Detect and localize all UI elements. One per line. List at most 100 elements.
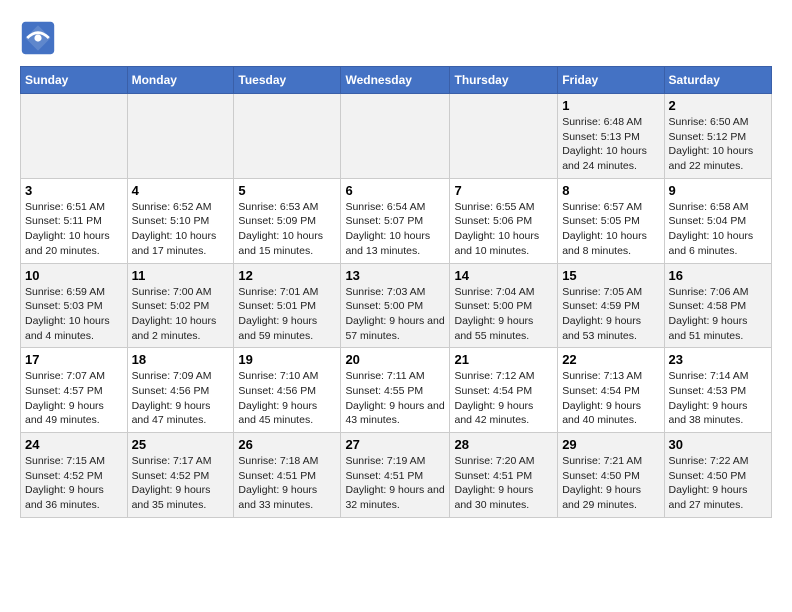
day-number: 16 <box>669 268 767 283</box>
calendar-body: 1 Sunrise: 6:48 AM Sunset: 5:13 PM Daylig… <box>21 94 772 518</box>
calendar-table: SundayMondayTuesdayWednesdayThursdayFrid… <box>20 66 772 518</box>
day-info: Sunrise: 6:53 AM Sunset: 5:09 PM Dayligh… <box>238 200 336 259</box>
day-number: 18 <box>132 352 230 367</box>
day-header-friday: Friday <box>558 67 664 94</box>
calendar-cell: 25 Sunrise: 7:17 AM Sunset: 4:52 PM Dayli… <box>127 433 234 518</box>
calendar-cell <box>234 94 341 179</box>
day-number: 9 <box>669 183 767 198</box>
day-info: Sunrise: 7:09 AM Sunset: 4:56 PM Dayligh… <box>132 369 230 428</box>
day-number: 6 <box>345 183 445 198</box>
day-info: Sunrise: 6:54 AM Sunset: 5:07 PM Dayligh… <box>345 200 445 259</box>
calendar-cell: 20Sunrise: 7:11 AM Sunset: 4:55 PM Dayli… <box>341 348 450 433</box>
day-number: 1 <box>562 98 659 113</box>
day-info: Sunrise: 7:21 AM Sunset: 4:50 PM Dayligh… <box>562 454 659 513</box>
day-info: Sunrise: 6:57 AM Sunset: 5:05 PM Dayligh… <box>562 200 659 259</box>
day-number: 29 <box>562 437 659 452</box>
day-info: Sunrise: 6:58 AM Sunset: 5:04 PM Dayligh… <box>669 200 767 259</box>
calendar-cell: 12Sunrise: 7:01 AM Sunset: 5:01 PM Dayli… <box>234 263 341 348</box>
week-row-1: 1 Sunrise: 6:48 AM Sunset: 5:13 PM Daylig… <box>21 94 772 179</box>
day-header-thursday: Thursday <box>450 67 558 94</box>
day-info: Sunrise: 7:07 AM Sunset: 4:57 PM Dayligh… <box>25 369 123 428</box>
calendar-cell: 30 Sunrise: 7:22 AM Sunset: 4:50 PM Dayli… <box>664 433 771 518</box>
day-header-sunday: Sunday <box>21 67 128 94</box>
calendar-cell: 11 Sunrise: 7:00 AM Sunset: 5:02 PM Dayli… <box>127 263 234 348</box>
day-number: 13 <box>345 268 445 283</box>
day-info: Sunrise: 7:11 AM Sunset: 4:55 PM Dayligh… <box>345 369 445 428</box>
calendar-cell: 5 Sunrise: 6:53 AM Sunset: 5:09 PM Daylig… <box>234 178 341 263</box>
day-info: Sunrise: 7:14 AM Sunset: 4:53 PM Dayligh… <box>669 369 767 428</box>
calendar-cell: 13 Sunrise: 7:03 AM Sunset: 5:00 PM Dayli… <box>341 263 450 348</box>
day-info: Sunrise: 7:13 AM Sunset: 4:54 PM Dayligh… <box>562 369 659 428</box>
day-number: 27 <box>345 437 445 452</box>
week-row-2: 3 Sunrise: 6:51 AM Sunset: 5:11 PM Daylig… <box>21 178 772 263</box>
calendar-header: SundayMondayTuesdayWednesdayThursdayFrid… <box>21 67 772 94</box>
day-number: 8 <box>562 183 659 198</box>
day-info: Sunrise: 7:15 AM Sunset: 4:52 PM Dayligh… <box>25 454 123 513</box>
day-number: 5 <box>238 183 336 198</box>
day-number: 10 <box>25 268 123 283</box>
page-header <box>20 20 772 56</box>
day-info: Sunrise: 7:06 AM Sunset: 4:58 PM Dayligh… <box>669 285 767 344</box>
calendar-cell: 10Sunrise: 6:59 AM Sunset: 5:03 PM Dayli… <box>21 263 128 348</box>
day-info: Sunrise: 7:03 AM Sunset: 5:00 PM Dayligh… <box>345 285 445 344</box>
day-header-monday: Monday <box>127 67 234 94</box>
day-number: 23 <box>669 352 767 367</box>
day-number: 7 <box>454 183 553 198</box>
day-number: 15 <box>562 268 659 283</box>
day-info: Sunrise: 6:50 AM Sunset: 5:12 PM Dayligh… <box>669 115 767 174</box>
day-info: Sunrise: 7:10 AM Sunset: 4:56 PM Dayligh… <box>238 369 336 428</box>
day-number: 11 <box>132 268 230 283</box>
day-header-tuesday: Tuesday <box>234 67 341 94</box>
day-info: Sunrise: 7:04 AM Sunset: 5:00 PM Dayligh… <box>454 285 553 344</box>
day-info: Sunrise: 7:17 AM Sunset: 4:52 PM Dayligh… <box>132 454 230 513</box>
calendar-cell: 27 Sunrise: 7:19 AM Sunset: 4:51 PM Dayli… <box>341 433 450 518</box>
day-info: Sunrise: 7:01 AM Sunset: 5:01 PM Dayligh… <box>238 285 336 344</box>
calendar-cell: 2 Sunrise: 6:50 AM Sunset: 5:12 PM Daylig… <box>664 94 771 179</box>
week-row-3: 10Sunrise: 6:59 AM Sunset: 5:03 PM Dayli… <box>21 263 772 348</box>
calendar-cell: 23 Sunrise: 7:14 AM Sunset: 4:53 PM Dayli… <box>664 348 771 433</box>
calendar-cell <box>127 94 234 179</box>
calendar-cell: 14Sunrise: 7:04 AM Sunset: 5:00 PM Dayli… <box>450 263 558 348</box>
day-info: Sunrise: 7:00 AM Sunset: 5:02 PM Dayligh… <box>132 285 230 344</box>
calendar-cell: 22 Sunrise: 7:13 AM Sunset: 4:54 PM Dayli… <box>558 348 664 433</box>
calendar-cell: 7 Sunrise: 6:55 AM Sunset: 5:06 PM Daylig… <box>450 178 558 263</box>
header-row: SundayMondayTuesdayWednesdayThursdayFrid… <box>21 67 772 94</box>
logo <box>20 20 62 56</box>
day-info: Sunrise: 7:22 AM Sunset: 4:50 PM Dayligh… <box>669 454 767 513</box>
calendar-cell: 16 Sunrise: 7:06 AM Sunset: 4:58 PM Dayli… <box>664 263 771 348</box>
day-info: Sunrise: 7:12 AM Sunset: 4:54 PM Dayligh… <box>454 369 553 428</box>
calendar-cell: 26Sunrise: 7:18 AM Sunset: 4:51 PM Dayli… <box>234 433 341 518</box>
calendar-cell: 8 Sunrise: 6:57 AM Sunset: 5:05 PM Daylig… <box>558 178 664 263</box>
day-header-wednesday: Wednesday <box>341 67 450 94</box>
day-info: Sunrise: 7:20 AM Sunset: 4:51 PM Dayligh… <box>454 454 553 513</box>
week-row-5: 24Sunrise: 7:15 AM Sunset: 4:52 PM Dayli… <box>21 433 772 518</box>
day-number: 4 <box>132 183 230 198</box>
day-number: 30 <box>669 437 767 452</box>
calendar-cell: 18 Sunrise: 7:09 AM Sunset: 4:56 PM Dayli… <box>127 348 234 433</box>
day-info: Sunrise: 6:51 AM Sunset: 5:11 PM Dayligh… <box>25 200 123 259</box>
calendar-cell: 15Sunrise: 7:05 AM Sunset: 4:59 PM Dayli… <box>558 263 664 348</box>
day-number: 22 <box>562 352 659 367</box>
day-number: 25 <box>132 437 230 452</box>
day-info: Sunrise: 6:52 AM Sunset: 5:10 PM Dayligh… <box>132 200 230 259</box>
day-number: 28 <box>454 437 553 452</box>
day-number: 19 <box>238 352 336 367</box>
calendar-cell: 9 Sunrise: 6:58 AM Sunset: 5:04 PM Daylig… <box>664 178 771 263</box>
day-info: Sunrise: 6:55 AM Sunset: 5:06 PM Dayligh… <box>454 200 553 259</box>
calendar-cell: 4 Sunrise: 6:52 AM Sunset: 5:10 PM Daylig… <box>127 178 234 263</box>
calendar-cell: 6 Sunrise: 6:54 AM Sunset: 5:07 PM Daylig… <box>341 178 450 263</box>
day-number: 21 <box>454 352 553 367</box>
calendar-cell: 29 Sunrise: 7:21 AM Sunset: 4:50 PM Dayli… <box>558 433 664 518</box>
day-info: Sunrise: 6:48 AM Sunset: 5:13 PM Dayligh… <box>562 115 659 174</box>
day-info: Sunrise: 7:19 AM Sunset: 4:51 PM Dayligh… <box>345 454 445 513</box>
calendar-cell: 17 Sunrise: 7:07 AM Sunset: 4:57 PM Dayli… <box>21 348 128 433</box>
day-number: 2 <box>669 98 767 113</box>
day-header-saturday: Saturday <box>664 67 771 94</box>
calendar-cell: 3 Sunrise: 6:51 AM Sunset: 5:11 PM Daylig… <box>21 178 128 263</box>
day-number: 17 <box>25 352 123 367</box>
calendar-cell: 1 Sunrise: 6:48 AM Sunset: 5:13 PM Daylig… <box>558 94 664 179</box>
calendar-cell <box>21 94 128 179</box>
day-info: Sunrise: 7:18 AM Sunset: 4:51 PM Dayligh… <box>238 454 336 513</box>
day-number: 3 <box>25 183 123 198</box>
calendar-cell: 28 Sunrise: 7:20 AM Sunset: 4:51 PM Dayli… <box>450 433 558 518</box>
